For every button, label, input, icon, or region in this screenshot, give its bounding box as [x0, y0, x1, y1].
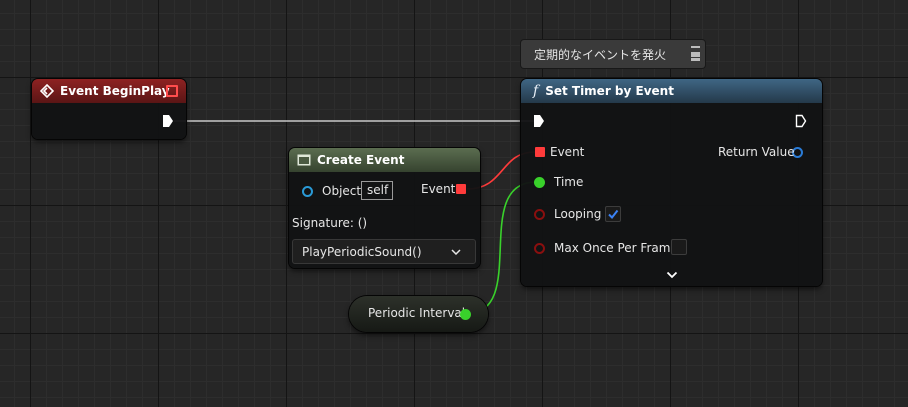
- time-pin-label: Time: [554, 175, 584, 189]
- event-diamond-icon: [40, 84, 54, 98]
- looping-checkbox[interactable]: [605, 206, 621, 222]
- node-title: Create Event: [317, 153, 405, 167]
- event-pin-label: Event: [550, 145, 585, 159]
- create-event-node[interactable]: Create Event Object self Event Signature…: [289, 148, 480, 268]
- return-value-pin-label: Return Value: [718, 145, 795, 159]
- periodic-interval-variable-node[interactable]: Periodic Interval: [349, 296, 488, 332]
- object-value-box[interactable]: self: [361, 181, 393, 200]
- chevron-down-icon: [451, 249, 461, 255]
- object-value-text: self: [367, 183, 389, 197]
- node-header[interactable]: f Set Timer by Event: [521, 79, 822, 103]
- max-once-checkbox[interactable]: [671, 239, 687, 255]
- function-icon: f: [533, 83, 539, 99]
- max-once-pin-label: Max Once Per Frame: [554, 241, 678, 255]
- expand-chevron-icon[interactable]: [666, 271, 678, 279]
- delegate-output-pin[interactable]: [166, 85, 178, 97]
- node-comment-bubble[interactable]: 定期的なイベントを発火: [521, 40, 705, 68]
- event-beginplay-node[interactable]: Event BeginPlay: [32, 79, 186, 139]
- node-header[interactable]: Event BeginPlay: [32, 79, 186, 103]
- event-output-pin[interactable]: [456, 184, 466, 194]
- variable-name: Periodic Interval: [368, 306, 466, 320]
- exec-input-pin[interactable]: [533, 114, 545, 128]
- object-pin-label: Object: [322, 184, 362, 198]
- node-title: Set Timer by Event: [545, 84, 674, 98]
- max-once-input-pin[interactable]: [534, 243, 545, 254]
- set-timer-by-event-node[interactable]: f Set Timer by Event Event Return Value …: [521, 79, 822, 286]
- node-title: Event BeginPlay: [60, 84, 170, 98]
- comment-pin-icon[interactable]: [691, 45, 700, 62]
- looping-input-pin[interactable]: [534, 209, 545, 220]
- float-output-pin[interactable]: [460, 309, 471, 320]
- function-dropdown-value: PlayPeriodicSound(): [302, 245, 422, 259]
- signature-text: Signature: (): [292, 216, 368, 230]
- event-output-label: Event: [421, 182, 456, 196]
- node-header[interactable]: Create Event: [289, 148, 480, 172]
- exec-output-pin[interactable]: [795, 114, 807, 128]
- object-input-pin[interactable]: [302, 186, 313, 197]
- create-event-icon: [297, 154, 311, 166]
- checkmark-icon: [608, 209, 619, 220]
- event-input-pin[interactable]: [535, 147, 545, 157]
- time-input-pin[interactable]: [534, 177, 545, 188]
- function-dropdown[interactable]: PlayPeriodicSound(): [292, 239, 476, 264]
- looping-pin-label: Looping: [554, 207, 602, 221]
- comment-text: 定期的なイベントを発火: [534, 48, 667, 62]
- exec-output-pin[interactable]: [162, 114, 174, 128]
